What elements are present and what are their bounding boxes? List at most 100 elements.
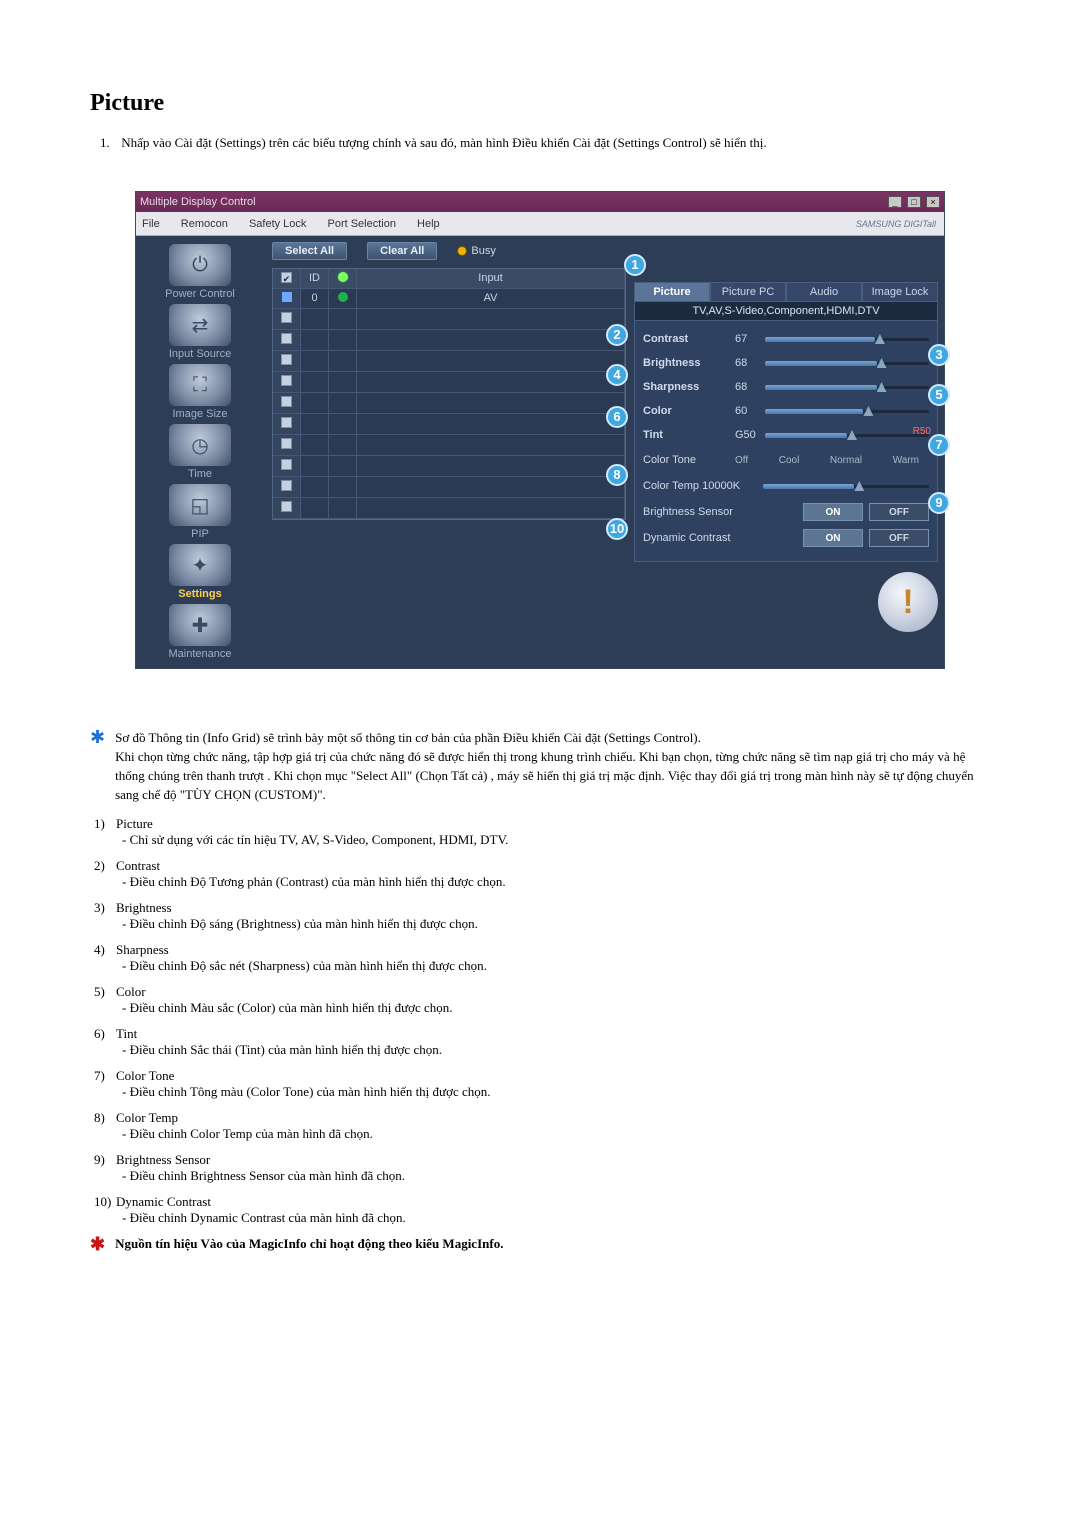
tone-opt-cool[interactable]: Cool	[779, 455, 800, 466]
row-checkbox[interactable]	[281, 354, 292, 365]
color-temp-slider[interactable]	[763, 481, 929, 491]
param-label: Tint	[643, 429, 735, 441]
maximize-button[interactable]: □	[907, 196, 921, 208]
intro-text: 1. Nhấp vào Cài đặt (Settings) trên các …	[90, 135, 990, 151]
sidebar-item-image-size[interactable]: ⛶ Image Size	[145, 364, 255, 420]
sidebar-item-time[interactable]: ◷ Time	[145, 424, 255, 480]
grid-row[interactable]	[273, 393, 625, 414]
page-title: Picture	[90, 90, 990, 117]
param-label: Dynamic Contrast	[643, 532, 797, 544]
grid-row[interactable]	[273, 330, 625, 351]
row-checkbox[interactable]	[281, 438, 292, 449]
intro-body: Nhấp vào Cài đặt (Settings) trên các biể…	[121, 135, 766, 150]
callout-6: 6	[606, 406, 628, 428]
row-input: AV	[357, 289, 625, 309]
contrast-slider[interactable]	[765, 334, 929, 344]
def-body: - Điều chỉnh Dynamic Contrast của màn hì…	[94, 1210, 990, 1226]
def-title: Color Temp	[116, 1110, 178, 1125]
brightness-slider[interactable]	[765, 358, 929, 368]
menu-safety-lock[interactable]: Safety Lock	[249, 218, 306, 230]
tone-opt-warm[interactable]: Warm	[893, 455, 919, 466]
window-titlebar[interactable]: Multiple Display Control _ □ ×	[136, 192, 944, 212]
sharpness-slider[interactable]	[765, 382, 929, 392]
select-all-button[interactable]: Select All	[272, 242, 347, 260]
def-color-tone: 7)Color Tone - Điều chỉnh Tông màu (Colo…	[90, 1068, 990, 1100]
brightness-sensor-on-button[interactable]: ON	[803, 503, 863, 521]
callout-1: 1	[624, 254, 646, 276]
row-checkbox[interactable]	[281, 312, 292, 323]
close-button[interactable]: ×	[926, 196, 940, 208]
param-label: Color Temp	[643, 480, 699, 492]
image-size-icon: ⛶	[169, 364, 231, 406]
menu-file[interactable]: File	[142, 218, 160, 230]
def-body: - Điều chỉnh Brightness Sensor của màn h…	[94, 1168, 990, 1184]
row-checkbox[interactable]	[281, 480, 292, 491]
row-checkbox[interactable]	[281, 459, 292, 470]
color-tone-options[interactable]: Off Cool Normal Warm	[735, 455, 929, 466]
tab-picture-pc[interactable]: Picture PC	[710, 282, 786, 302]
info-note-text: Sơ đồ Thông tin (Info Grid) sẽ trình bày…	[115, 729, 990, 804]
clear-all-button[interactable]: Clear All	[367, 242, 437, 260]
callout-2: 2	[606, 324, 628, 346]
col-input: Input	[357, 269, 625, 289]
row-checkbox[interactable]	[281, 501, 292, 512]
row-checkbox[interactable]	[281, 396, 292, 407]
def-dynamic-contrast: 10)Dynamic Contrast - Điều chỉnh Dynamic…	[90, 1194, 990, 1226]
tone-opt-off[interactable]: Off	[735, 455, 748, 466]
row-checkbox[interactable]	[281, 375, 292, 386]
tint-slider[interactable]: R50	[765, 430, 929, 440]
grid-row[interactable]	[273, 372, 625, 393]
grid-row[interactable]: 0 AV	[273, 289, 625, 309]
row-lamp-icon	[338, 292, 348, 302]
grid-row[interactable]	[273, 435, 625, 456]
grid-row[interactable]	[273, 309, 625, 330]
grid-row[interactable]	[273, 477, 625, 498]
sidebar-item-settings[interactable]: ✦ Settings	[145, 544, 255, 600]
grid-row[interactable]	[273, 456, 625, 477]
callout-9: 9	[928, 492, 950, 514]
tab-picture[interactable]: Picture	[634, 282, 710, 302]
def-body: - Điều chỉnh Màu sắc (Color) của màn hìn…	[94, 1000, 990, 1016]
menu-port-selection[interactable]: Port Selection	[327, 218, 395, 230]
grid-row[interactable]	[273, 414, 625, 435]
grid-row[interactable]	[273, 351, 625, 372]
param-contrast: Contrast 67	[643, 327, 929, 351]
star-icon: ✱	[90, 729, 105, 804]
row-checkbox[interactable]	[281, 417, 292, 428]
menu-help[interactable]: Help	[417, 218, 440, 230]
minimize-button[interactable]: _	[888, 196, 902, 208]
power-icon: ⏻	[169, 244, 231, 286]
color-temp-value: 10000K	[702, 480, 740, 492]
sidebar-item-power-control[interactable]: ⏻ Power Control	[145, 244, 255, 300]
col-id: ID	[301, 269, 329, 289]
param-label: Sharpness	[643, 381, 735, 393]
tint-right-label: R50	[913, 426, 931, 437]
source-line: TV,AV,S-Video,Component,HDMI,DTV	[634, 302, 938, 321]
info-button[interactable]: !	[878, 572, 938, 632]
def-contrast: 2)Contrast - Điều chỉnh Độ Tương phản (C…	[90, 858, 990, 890]
header-checkbox[interactable]	[281, 272, 292, 283]
picture-params: Contrast 67 Brightness 68 Sharpness 68	[634, 321, 938, 562]
color-slider[interactable]	[765, 406, 929, 416]
tone-opt-normal[interactable]: Normal	[830, 455, 862, 466]
tab-image-lock[interactable]: Image Lock	[862, 282, 938, 302]
grid-row[interactable]	[273, 498, 625, 519]
brand-label: SAMSUNG DIGITall	[856, 219, 944, 229]
row-checkbox[interactable]	[281, 333, 292, 344]
tabs: Picture Picture PC Audio Image Lock	[634, 282, 938, 302]
brightness-sensor-off-button[interactable]: OFF	[869, 503, 929, 521]
dynamic-contrast-on-button[interactable]: ON	[803, 529, 863, 547]
menu-remocon[interactable]: Remocon	[181, 218, 228, 230]
sidebar-item-input-source[interactable]: ⇄ Input Source	[145, 304, 255, 360]
sidebar-item-pip[interactable]: ◱ PIP	[145, 484, 255, 540]
param-value: 68	[735, 357, 765, 369]
def-num: 4)	[94, 942, 116, 958]
param-tint: Tint G50 R50	[643, 423, 929, 447]
sidebar-item-maintenance[interactable]: ✚ Maintenance	[145, 604, 255, 660]
dynamic-contrast-off-button[interactable]: OFF	[869, 529, 929, 547]
def-body: - Điều chỉnh Tông màu (Color Tone) của m…	[94, 1084, 990, 1100]
callout-4: 4	[606, 364, 628, 386]
param-label: Brightness	[643, 357, 735, 369]
sidebar-label: PIP	[145, 528, 255, 540]
tab-audio[interactable]: Audio	[786, 282, 862, 302]
